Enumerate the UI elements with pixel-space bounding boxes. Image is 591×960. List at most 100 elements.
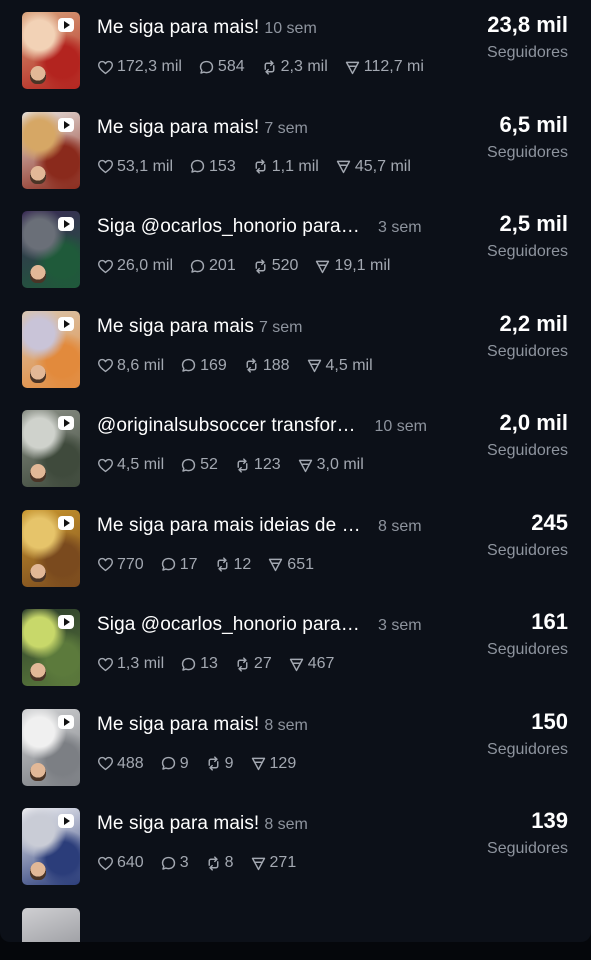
- video-stats: 4,5 mil 52 123 3,0 mil: [97, 454, 423, 476]
- creator-avatar: [30, 265, 46, 283]
- comments-stat: 584: [198, 58, 245, 76]
- comments-stat: 52: [180, 456, 218, 474]
- comment-icon: [161, 557, 175, 571]
- followers-count: 2,2 mil: [499, 310, 568, 336]
- repost-icon: [208, 756, 219, 771]
- views-icon: [336, 160, 351, 174]
- views-icon: [251, 757, 265, 771]
- video-row[interactable]: Me siga para mais! 7 sem 53,1 mil 153 1,…: [0, 100, 591, 200]
- video-stats-panel: Me siga para mais! 10 sem 172,3 mil 584 …: [0, 0, 591, 942]
- video-thumbnail[interactable]: [22, 907, 80, 942]
- video-thumbnail[interactable]: [22, 808, 80, 885]
- video-row[interactable]: Me siga para mais 7 sem 8,6 mil 169 188 …: [0, 299, 591, 399]
- video-row[interactable]: Me siga para mais! 8 sem 488 9 9 129 150: [0, 697, 591, 797]
- video-stats: 1,3 mil 13 27 467: [97, 653, 423, 675]
- creator-avatar: [30, 563, 46, 582]
- views-stat: 45,7 mil: [335, 158, 411, 176]
- video-row[interactable]: Me siga para mais! 10 sem 172,3 mil 584 …: [0, 0, 591, 100]
- video-title: Me siga para mais!: [97, 17, 260, 38]
- video-row[interactable]: Siga @ocarlos_honorio para mais 3 sem 26…: [0, 199, 591, 299]
- reposts-count: 2,3 mil: [280, 58, 328, 75]
- video-title: Me siga para mais: [97, 315, 254, 337]
- views-icon: [316, 260, 330, 273]
- video-thumbnail[interactable]: [22, 708, 80, 786]
- repost-icon: [237, 457, 248, 473]
- video-row[interactable]: Siga @ocarlos_honorio para mais 3 sem 1,…: [0, 597, 591, 697]
- video-age: 10 sem: [374, 418, 427, 435]
- video-title: Siga @ocarlos_honorio para mais: [97, 216, 365, 237]
- video-age: 8 sem: [264, 716, 308, 734]
- title-line: Me siga para mais ideias de receitas 8 s…: [97, 515, 427, 537]
- views-count: 467: [307, 655, 335, 672]
- reposts-stat: 12: [214, 555, 252, 574]
- views-icon: [298, 459, 312, 472]
- video-thumbnail[interactable]: [22, 211, 80, 288]
- repost-icon: [237, 656, 248, 672]
- likes-stat: 770: [97, 556, 144, 574]
- video-thumbnail[interactable]: [22, 111, 80, 189]
- views-count: 651: [287, 555, 314, 573]
- views-stat: 651: [267, 556, 314, 574]
- comments-count: 17: [179, 555, 198, 573]
- likes-stat: 26,0 mil: [97, 257, 173, 275]
- video-thumbnail[interactable]: [22, 509, 80, 587]
- comments-stat: 3: [160, 854, 189, 872]
- play-icon: [58, 515, 74, 530]
- likes-stat: 53,1 mil: [97, 158, 173, 176]
- followers-count: 2,0 mil: [499, 410, 568, 435]
- title-line: Me siga para mais! 10 sem: [97, 17, 427, 39]
- repost-icon: [246, 358, 257, 373]
- followers-gained: 2,5 mil Seguidores: [487, 211, 568, 261]
- reposts-count: 12: [233, 555, 252, 573]
- heart-icon: [97, 159, 114, 174]
- title-line: Me siga para mais 7 sem: [97, 316, 427, 338]
- video-stats: 8,6 mil 169 188 4,5 mil: [97, 355, 423, 377]
- heart-icon: [97, 60, 114, 74]
- video-row[interactable]: Me siga para mais ideias de receitas 8 s…: [0, 498, 591, 598]
- comments-stat: 153: [189, 158, 236, 176]
- creator-avatar: [30, 663, 46, 681]
- title-line: @originalsubsoccer transformou 10 sem: [97, 415, 427, 437]
- video-row[interactable]: Me siga para mais! 8 sem 640 3 8 271 139: [0, 796, 591, 896]
- title-line: Siga @ocarlos_honorio para mais 3 sem: [97, 216, 427, 238]
- followers-gained: 161 Seguidores: [487, 609, 568, 659]
- video-row-partial[interactable]: [0, 896, 591, 942]
- followers-label: Seguidores: [487, 541, 568, 559]
- video-list: Me siga para mais! 10 sem 172,3 mil 584 …: [0, 0, 591, 942]
- likes-stat: 488: [97, 755, 144, 773]
- comments-stat: 9: [160, 755, 189, 773]
- play-icon: [58, 316, 74, 331]
- followers-count: 245: [531, 509, 568, 535]
- video-stats: 640 3 8 271: [97, 852, 423, 874]
- video-age: 8 sem: [378, 517, 422, 535]
- video-age: 3 sem: [378, 617, 422, 634]
- reposts-stat: 8: [205, 854, 234, 872]
- views-count: 19,1 mil: [334, 257, 391, 274]
- heart-icon: [97, 358, 114, 373]
- followers-count: 139: [531, 808, 568, 833]
- views-count: 112,7 mil: [363, 58, 423, 75]
- followers-label: Seguidores: [487, 342, 568, 360]
- followers-gained: 245 Seguidores: [487, 510, 568, 560]
- followers-label: Seguidores: [487, 442, 568, 459]
- followers-count: 2,5 mil: [499, 211, 568, 236]
- comment-icon: [181, 458, 196, 472]
- video-row[interactable]: @originalsubsoccer transformou 10 sem 4,…: [0, 398, 591, 498]
- comments-count: 201: [209, 257, 236, 274]
- video-thumbnail[interactable]: [22, 609, 80, 686]
- reposts-stat: 9: [205, 755, 234, 773]
- title-line: Siga @ocarlos_honorio para mais 3 sem: [97, 614, 427, 636]
- reposts-count: 1,1 mil: [271, 157, 319, 175]
- likes-count: 770: [117, 555, 144, 573]
- comment-icon: [190, 259, 205, 273]
- likes-count: 26,0 mil: [117, 257, 174, 274]
- video-thumbnail[interactable]: [22, 12, 80, 89]
- video-thumbnail[interactable]: [22, 410, 80, 487]
- video-thumbnail[interactable]: [22, 310, 80, 388]
- heart-icon: [97, 856, 114, 870]
- views-count: 129: [269, 754, 297, 772]
- video-title: Me siga para mais!: [97, 813, 260, 834]
- video-stats: 53,1 mil 153 1,1 mil 45,7 mil: [97, 156, 423, 178]
- followers-label: Seguidores: [487, 740, 568, 758]
- video-stats: 26,0 mil 201 520 19,1 mil: [97, 255, 423, 277]
